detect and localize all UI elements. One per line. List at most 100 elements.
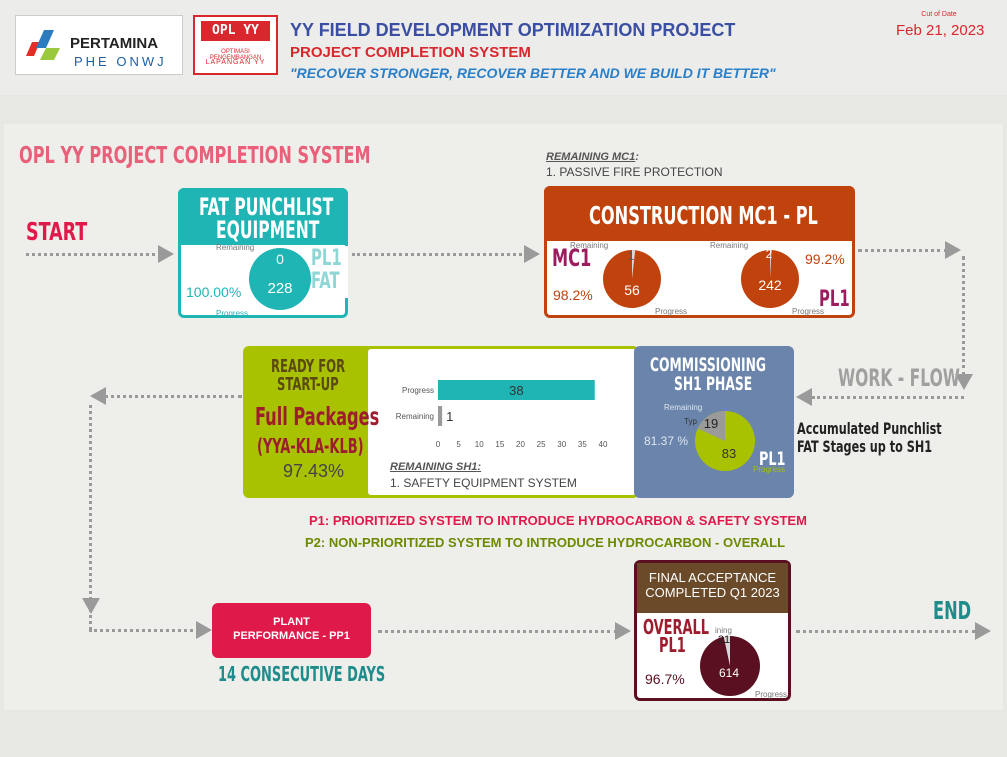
sh1-remaining-item: 1. SAFETY EQUIPMENT SYSTEM: [390, 476, 577, 490]
cut-off-date: Feb 21, 2023: [896, 22, 985, 39]
accum-line-2: FAT Stages up to SH1: [797, 437, 933, 456]
final-tag-2: PL1: [659, 633, 686, 657]
final-title-1: FINAL ACCEPTANCE: [648, 570, 777, 585]
sh1-tick-7: 35: [578, 440, 587, 449]
header-subtitle: PROJECT COMPLETION SYSTEM: [290, 44, 531, 61]
fat-progress-label: Progress: [216, 309, 249, 318]
plant-line-2: PERFORMANCE - PP1: [233, 630, 350, 642]
comm-title-2: SH1 PHASE: [674, 373, 753, 395]
cut-off-label: Cut of Date: [921, 11, 957, 18]
mc1-right-percent: 99.2%: [805, 251, 845, 267]
plant-days: 14 CONSECUTIVE DAYS: [218, 662, 386, 686]
final-remaining-value: 21: [717, 634, 731, 646]
pertamina-emblem-icon: [26, 30, 60, 60]
workflow-label: WORK - FLOW: [838, 364, 960, 392]
mc1-right-tag: PL1: [819, 287, 850, 312]
header-title: YY FIELD DEVELOPMENT OPTIMIZATION PROJEC…: [290, 20, 736, 40]
flow-line-ready-left: [104, 395, 242, 398]
mc1-right-remaining-value: 2: [765, 247, 773, 261]
ready-packages: Full Packages: [255, 402, 380, 431]
final-progress-value: 614: [718, 666, 740, 680]
fat-tag-1: PL1: [311, 246, 342, 271]
flow-line-vertical-right: [962, 256, 965, 376]
flow-line-mc1-right: [858, 249, 948, 252]
ready-areas: (YYA-KLA-KLB): [257, 434, 364, 458]
header-slogan: "RECOVER STRONGER, RECOVER BETTER AND WE…: [290, 65, 776, 81]
sh1-bar-value-1: 1: [446, 409, 453, 424]
final-acceptance-card: FINAL ACCEPTANCE COMPLETED Q1 2023 OVERA…: [634, 560, 791, 701]
mc1-left-progress-value: 56: [624, 282, 640, 298]
sh1-remaining-title: REMAINING SH1:: [390, 461, 482, 473]
start-label: START: [26, 217, 88, 246]
plant-line-1: PLANT: [273, 616, 310, 628]
sh1-tick-0: 0: [436, 440, 441, 449]
ready-percent: 97.43%: [283, 461, 345, 481]
mc1-left-progress-label: Progress: [655, 307, 688, 316]
ready-title-2: START-UP: [277, 374, 339, 395]
flow-line-to-plant: [89, 629, 199, 632]
mc1-title: CONSTRUCTION MC1 - PL: [589, 201, 818, 230]
opl-yy-logo: OPL YY OPTIMASI PENGEMBANGAN LAPANGAN YY: [193, 15, 278, 75]
opl-sub2: LAPANGAN YY: [205, 59, 266, 66]
mc1-right-progress-value: 242: [758, 277, 782, 293]
comm-progress-label: Progress: [753, 465, 786, 474]
pertamina-logo: PERTAMINA PHE ONWJ: [15, 15, 183, 75]
page-title: OPL YY PROJECT COMPLETION SYSTEM: [19, 143, 371, 169]
comm-remaining-value: 19: [703, 416, 719, 431]
mc1-remaining-item: 1. PASSIVE FIRE PROTECTION: [546, 165, 723, 179]
flow-line-end: [796, 630, 976, 633]
arrow-right-icon: [975, 622, 991, 640]
arrow-right-icon: [945, 241, 961, 259]
end-label: END: [933, 596, 972, 625]
arrow-right-icon: [196, 621, 212, 639]
sh1-tick-4: 20: [516, 440, 525, 449]
arrow-right-icon: [524, 245, 540, 263]
arrow-left-icon: [796, 388, 812, 406]
flow-line-plant-final: [378, 630, 618, 633]
flow-line-fat-mc1: [352, 253, 527, 256]
flow-line-start: [26, 253, 161, 256]
sh1-tick-8: 40: [599, 440, 608, 449]
logo-sub: PHE ONWJ: [74, 54, 167, 69]
sh1-tick-6: 30: [557, 440, 566, 449]
commissioning-card: COMMISSIONING SH1 PHASE Remaining Typ 19…: [634, 346, 794, 498]
fat-progress-value: 228: [267, 280, 293, 297]
mc1-remaining-title: REMAINING MC1:: [546, 151, 639, 163]
sh1-tick-1: 5: [456, 440, 461, 449]
legend-p2: P2: NON-PRIORITIZED SYSTEM TO INTRODUCE …: [305, 535, 786, 550]
legend-p1: P1: PRIORITIZED SYSTEM TO INTRODUCE HYDR…: [309, 513, 807, 528]
sh1-tick-2: 10: [475, 440, 484, 449]
arrow-right-icon: [158, 245, 174, 263]
sh1-bar-value-0: 38: [509, 383, 523, 398]
comm-percent: 81.37 %: [644, 434, 689, 448]
logo-name: PERTAMINA: [70, 35, 159, 52]
arrow-right-icon: [615, 622, 631, 640]
ready-startup-card: READY FOR START-UP Full Packages (YYA-KL…: [243, 346, 639, 498]
flow-line-vertical-left: [89, 405, 92, 630]
comm-progress-value: 83: [721, 446, 737, 461]
arrow-down-icon: [82, 598, 100, 614]
fat-percent: 100.00%: [186, 284, 242, 300]
fat-tag-2: FAT: [311, 269, 340, 294]
sh1-bar-label-0: Progress: [402, 386, 434, 395]
fat-remaining-value: 0: [276, 251, 284, 267]
final-title-2: COMPLETED Q1 2023: [645, 585, 780, 600]
sh1-tick-3: 15: [495, 440, 504, 449]
header-bar: PERTAMINA PHE ONWJ OPL YY OPTIMASI PENGE…: [0, 0, 1007, 95]
fat-title-2: EQUIPMENT: [216, 216, 320, 244]
fat-punchlist-card: FAT PUNCHLIST EQUIPMENT PL1 FAT Remainin…: [178, 188, 348, 318]
plant-performance-card: PLANT PERFORMANCE - PP1: [212, 603, 371, 658]
accum-line-1: Accumulated Punchlist: [797, 419, 942, 438]
mc1-left-remaining-value: 1: [627, 249, 635, 263]
final-progress-label: Progress: [755, 690, 788, 699]
sh1-bar-label-1: Remaining: [396, 412, 434, 421]
sh1-bar-chart: Progress 38Remaining 10 5 10 15 20 25 30 35 40: [396, 380, 608, 449]
arrow-left-icon: [90, 387, 106, 405]
construction-mc1-card: CONSTRUCTION MC1 - PL MC1 Remaining 1 56…: [544, 186, 855, 318]
sh1-tick-5: 25: [537, 440, 546, 449]
flow-line-to-comm: [812, 396, 964, 399]
final-percent: 96.7%: [645, 671, 685, 687]
mc1-left-percent: 98.2%: [553, 287, 593, 303]
opl-title: OPL YY: [201, 21, 270, 41]
sh1-bar-1: [438, 406, 443, 426]
